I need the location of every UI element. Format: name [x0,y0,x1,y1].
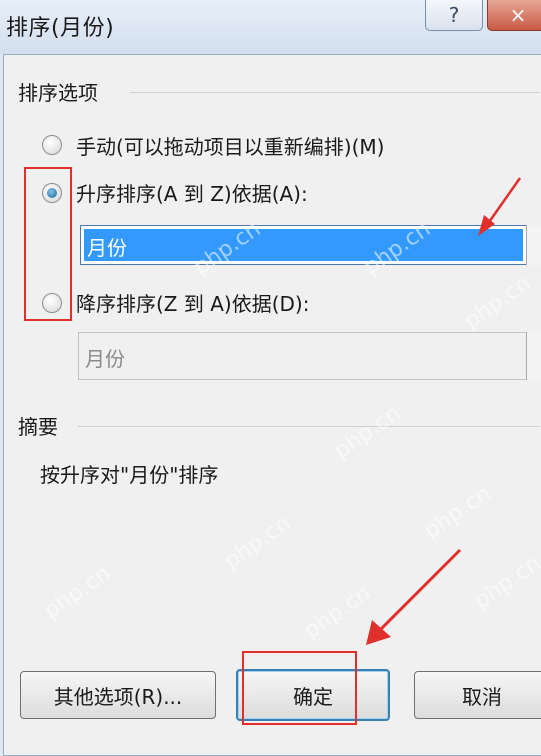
arrow-to-field [485,177,522,226]
annotation-arrows [366,177,522,645]
arrow-to-ok [376,548,462,634]
